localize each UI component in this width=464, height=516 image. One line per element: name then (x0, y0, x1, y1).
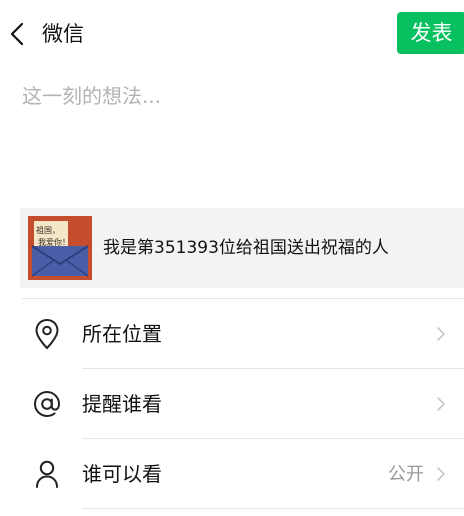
option-mention[interactable]: 提醒谁看 (0, 369, 464, 439)
option-visibility-value: 公开 (388, 464, 424, 485)
shared-link-title: 我是第351393位给祖国送出祝福的人 (103, 238, 389, 258)
option-location-label: 所在位置 (82, 322, 162, 346)
top-bar: 微信 发表 (0, 0, 464, 68)
chevron-right-icon (437, 467, 445, 481)
location-pin-icon (35, 318, 59, 350)
post-text-input[interactable] (22, 80, 442, 190)
page-title: 微信 (42, 22, 84, 46)
thumb-text-line-1: 祖国， (36, 225, 60, 235)
chevron-right-icon (437, 327, 445, 341)
thumb-text-line-2: 我爱你！ (38, 237, 70, 247)
option-visibility[interactable]: 谁可以看 公开 (0, 439, 464, 509)
back-arrow-icon[interactable] (6, 20, 28, 48)
option-location[interactable]: 所在位置 (0, 299, 464, 369)
chevron-right-icon (437, 397, 445, 411)
publish-button[interactable]: 发表 (397, 12, 464, 54)
at-sign-icon (33, 390, 61, 418)
shared-link-card[interactable]: 祖国， 我爱你！ 我是第351393位给祖国送出祝福的人 (20, 208, 464, 288)
letter-envelope-thumbnail: 祖国， 我爱你！ (28, 216, 92, 280)
option-mention-label: 提醒谁看 (82, 392, 162, 416)
person-icon (36, 460, 58, 488)
option-visibility-label: 谁可以看 (82, 462, 162, 486)
